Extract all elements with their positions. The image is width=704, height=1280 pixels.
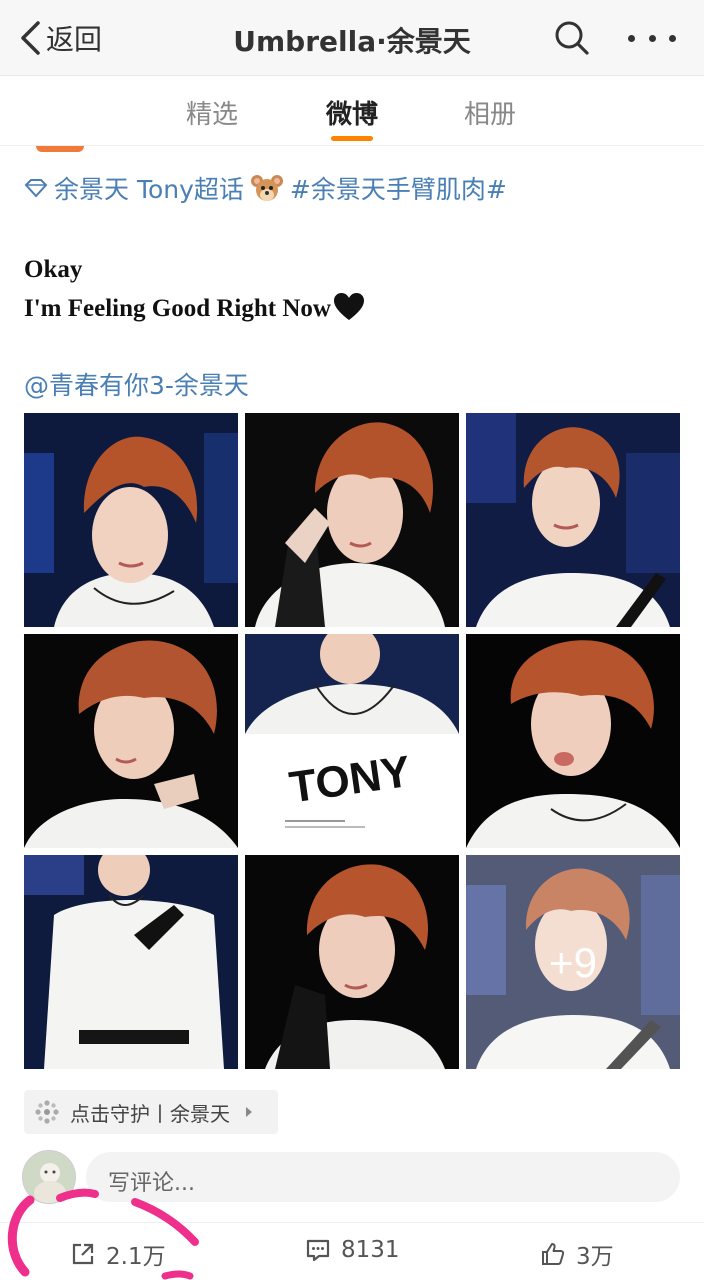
photo-thumbnail[interactable] <box>466 634 680 848</box>
like-button[interactable]: 3万 <box>540 1237 614 1271</box>
top-nav-bar: 返回 Umbrella·余景天 <box>0 0 704 76</box>
more-icon[interactable] <box>628 18 676 58</box>
photo-thumbnail[interactable] <box>466 413 680 627</box>
action-bar: 2.1万 8131 3万 <box>0 1222 704 1280</box>
guard-button[interactable]: 点击守护丨余景天 <box>24 1090 278 1134</box>
share-icon <box>72 1243 94 1265</box>
sparkle-icon <box>35 1100 59 1124</box>
photo-thumbnail[interactable] <box>24 634 238 848</box>
avatar <box>22 1150 76 1204</box>
hashtag-link[interactable]: #余景天手臂肌肉# <box>290 170 507 206</box>
photo-thumbnail[interactable] <box>245 413 459 627</box>
comment-button[interactable]: 8131 <box>305 1237 400 1263</box>
super-topic-link[interactable]: 余景天 Tony超话 <box>54 170 244 206</box>
tab-bar: 精选 微博 相册 <box>0 76 704 146</box>
tab-album[interactable]: 相册 <box>440 94 540 131</box>
post-body-line-2: I'm Feeling Good Right Now <box>24 295 331 322</box>
repost-button[interactable]: 2.1万 <box>70 1237 166 1271</box>
repost-count: 2.1万 <box>106 1244 166 1270</box>
thumbs-up-icon <box>542 1243 565 1265</box>
tab-weibo[interactable]: 微博 <box>302 94 402 131</box>
comment-input[interactable]: 写评论... <box>86 1152 680 1202</box>
comment-count: 8131 <box>341 1237 400 1263</box>
tony-logo-photo[interactable]: TONY <box>245 634 459 848</box>
photo-grid: TONY +9 <box>24 413 680 1071</box>
photo-thumbnail-more[interactable]: +9 <box>466 855 680 1069</box>
photo-thumbnail[interactable] <box>24 855 238 1069</box>
guard-label: 点击守护丨余景天 <box>70 1101 230 1126</box>
photo-thumbnail[interactable] <box>24 413 238 627</box>
caret-right-icon <box>246 1107 252 1117</box>
photo-thumbnail[interactable] <box>245 855 459 1069</box>
like-count: 3万 <box>576 1244 614 1270</box>
comment-icon <box>306 1239 330 1262</box>
tab-featured[interactable]: 精选 <box>162 94 262 131</box>
black-heart-icon <box>333 293 364 320</box>
mention-link[interactable]: @青春有你3-余景天 <box>24 366 249 402</box>
author-avatar-edge <box>36 146 84 152</box>
post-body-line-1: Okay <box>24 256 83 283</box>
active-tab-indicator <box>331 136 373 141</box>
search-icon[interactable] <box>552 18 592 58</box>
diamond-icon <box>24 179 48 198</box>
more-photos-count: +9 <box>549 939 597 986</box>
post-body: Okay I'm Feeling Good Right Now <box>24 250 365 328</box>
page-title: Umbrella·余景天 <box>233 25 471 58</box>
topic-line: 余景天 Tony超话 #余景天手臂肌肉# <box>24 170 507 206</box>
mouse-emoji-icon <box>250 175 283 201</box>
